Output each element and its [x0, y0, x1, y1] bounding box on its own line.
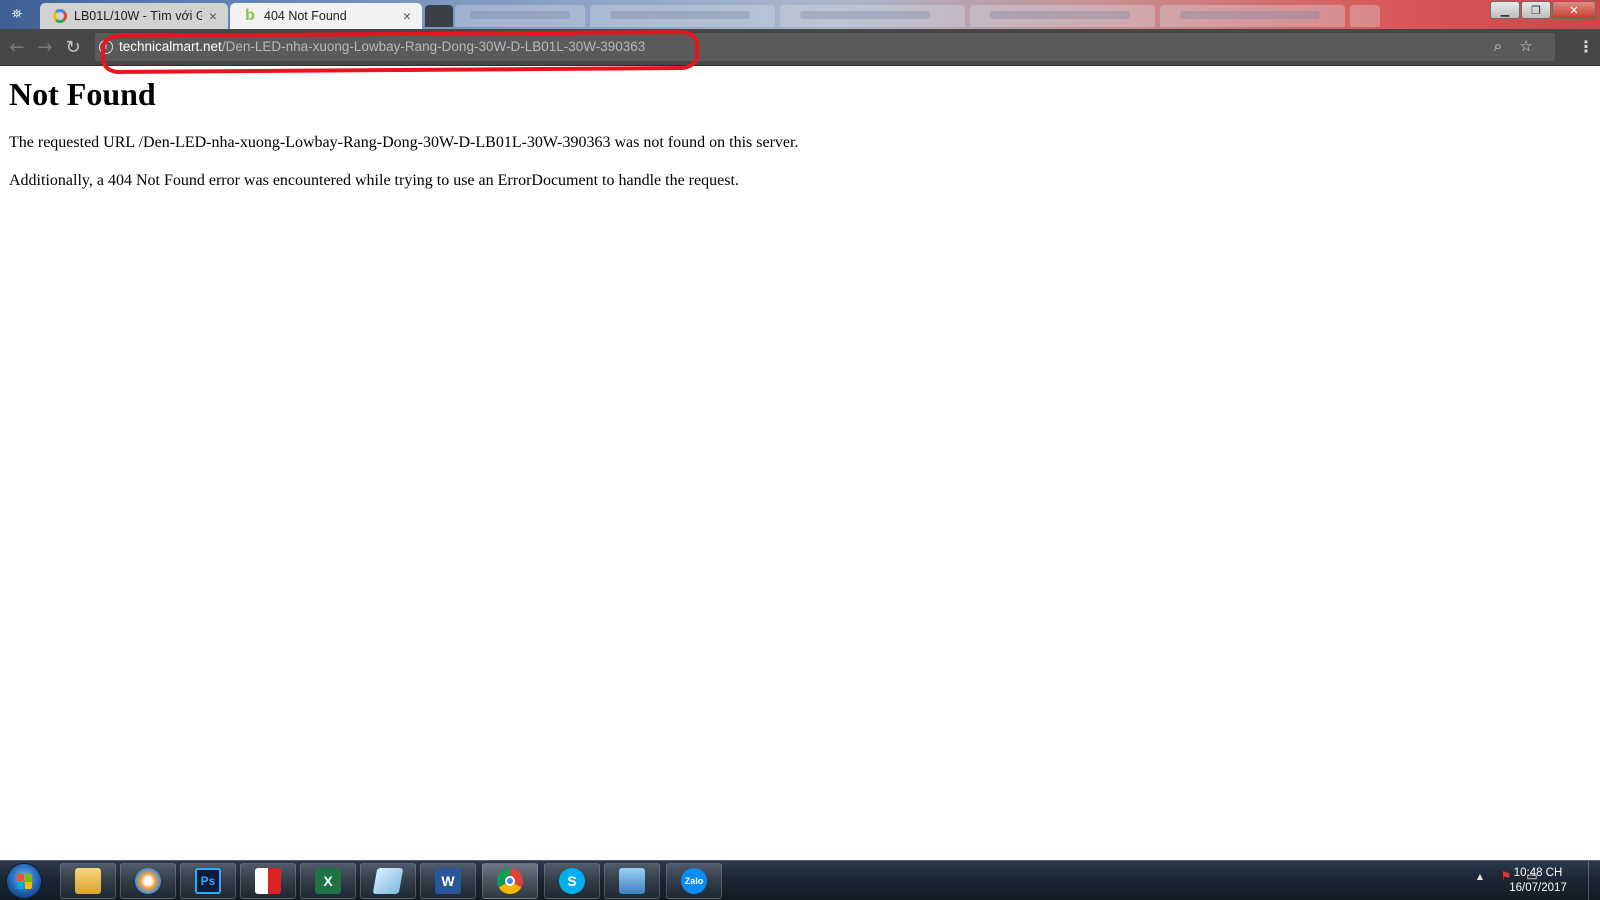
- page-title: Not Found: [9, 76, 156, 112]
- reload-button[interactable]: ↻: [62, 36, 84, 58]
- taskbar-paint[interactable]: [120, 863, 176, 899]
- excel-icon: X: [315, 868, 341, 894]
- google-icon: [52, 8, 68, 24]
- omnibox-actions: ⌕ ☆: [1489, 37, 1535, 55]
- close-icon[interactable]: ×: [206, 8, 220, 24]
- zoom-icon[interactable]: ⌕: [1489, 37, 1507, 55]
- chrome-menu-icon[interactable]: ⋮: [1578, 36, 1594, 58]
- taskbar-file-explorer[interactable]: [60, 863, 116, 899]
- taskbar-word[interactable]: W: [420, 863, 476, 899]
- back-button[interactable]: ←: [6, 36, 28, 58]
- forward-button[interactable]: →: [34, 36, 56, 58]
- tab-title: LB01L/10W - Tìm với Goo: [74, 9, 202, 23]
- background-tab[interactable]: [425, 5, 453, 27]
- blurred-tab-text: [610, 11, 750, 19]
- taskbar-notepad[interactable]: [360, 863, 416, 899]
- minimize-button[interactable]: ▁: [1490, 1, 1520, 19]
- restore-button[interactable]: ❐: [1521, 1, 1551, 19]
- taskbar-control-panel[interactable]: [604, 863, 660, 899]
- skype-icon: S: [559, 868, 585, 894]
- zalo-icon: Zalo: [681, 868, 707, 894]
- b-site-icon: b: [245, 7, 255, 24]
- taskbar-chrome[interactable]: [482, 863, 538, 899]
- close-window-button[interactable]: ✕: [1552, 1, 1596, 19]
- clock-date: 16/07/2017: [1509, 882, 1567, 894]
- taskbar-photoshop[interactable]: Ps: [180, 863, 236, 899]
- taskbar-clock[interactable]: 10:48 CH 16/07/2017: [1498, 866, 1578, 896]
- bookmark-star-icon[interactable]: ☆: [1517, 37, 1535, 55]
- notepad-icon: [372, 868, 404, 894]
- taskbar-excel[interactable]: X: [300, 863, 356, 899]
- paint-icon: [135, 868, 161, 894]
- incognito-icon: ⛯: [11, 7, 23, 22]
- taskbar-skype[interactable]: S: [544, 863, 600, 899]
- blurred-tab-text: [470, 11, 570, 19]
- page-content: Not Found The requested URL /Den-LED-nha…: [9, 70, 1589, 191]
- tab-404-not-found[interactable]: b 404 Not Found ×: [230, 3, 422, 29]
- word-icon: W: [435, 868, 461, 894]
- tab-title: 404 Not Found: [264, 9, 347, 23]
- clock-time: 10:48 CH: [1513, 867, 1563, 879]
- browser-tab-strip: ⛯ LB01L/10W - Tìm với Goo × b 404 Not Fo…: [0, 0, 1600, 29]
- blurred-tab-text: [800, 11, 930, 19]
- windows-logo-icon: [17, 874, 33, 890]
- new-tab-button[interactable]: [1350, 5, 1380, 27]
- window-controls: ▁ ❐ ✕: [1489, 1, 1596, 19]
- close-icon[interactable]: ×: [400, 8, 414, 24]
- windows-taskbar: Ps X W S Zalo ▲ ⚑ ▭ 10:48 CH 16/07/2017: [0, 860, 1600, 900]
- start-button[interactable]: [6, 863, 42, 899]
- url-highlight-annotation: [100, 29, 700, 75]
- error-message: The requested URL /Den-LED-nha-xuong-Low…: [9, 134, 799, 151]
- show-desktop-button[interactable]: [1588, 861, 1600, 900]
- control-panel-icon: [619, 868, 645, 894]
- unikey-icon: [255, 868, 281, 894]
- blurred-tab-text: [1180, 11, 1320, 19]
- taskbar-zalo[interactable]: Zalo: [666, 863, 722, 899]
- error-document-message: Additionally, a 404 Not Found error was …: [9, 172, 739, 189]
- blurred-tab-text: [990, 11, 1130, 19]
- tab-google-search[interactable]: LB01L/10W - Tìm với Goo ×: [40, 3, 228, 29]
- show-hidden-icons-arrow[interactable]: ▲: [1472, 872, 1488, 881]
- taskbar-unikey[interactable]: [240, 863, 296, 899]
- chrome-icon: [497, 868, 523, 894]
- photoshop-icon: Ps: [195, 868, 221, 894]
- file-explorer-icon: [75, 868, 101, 894]
